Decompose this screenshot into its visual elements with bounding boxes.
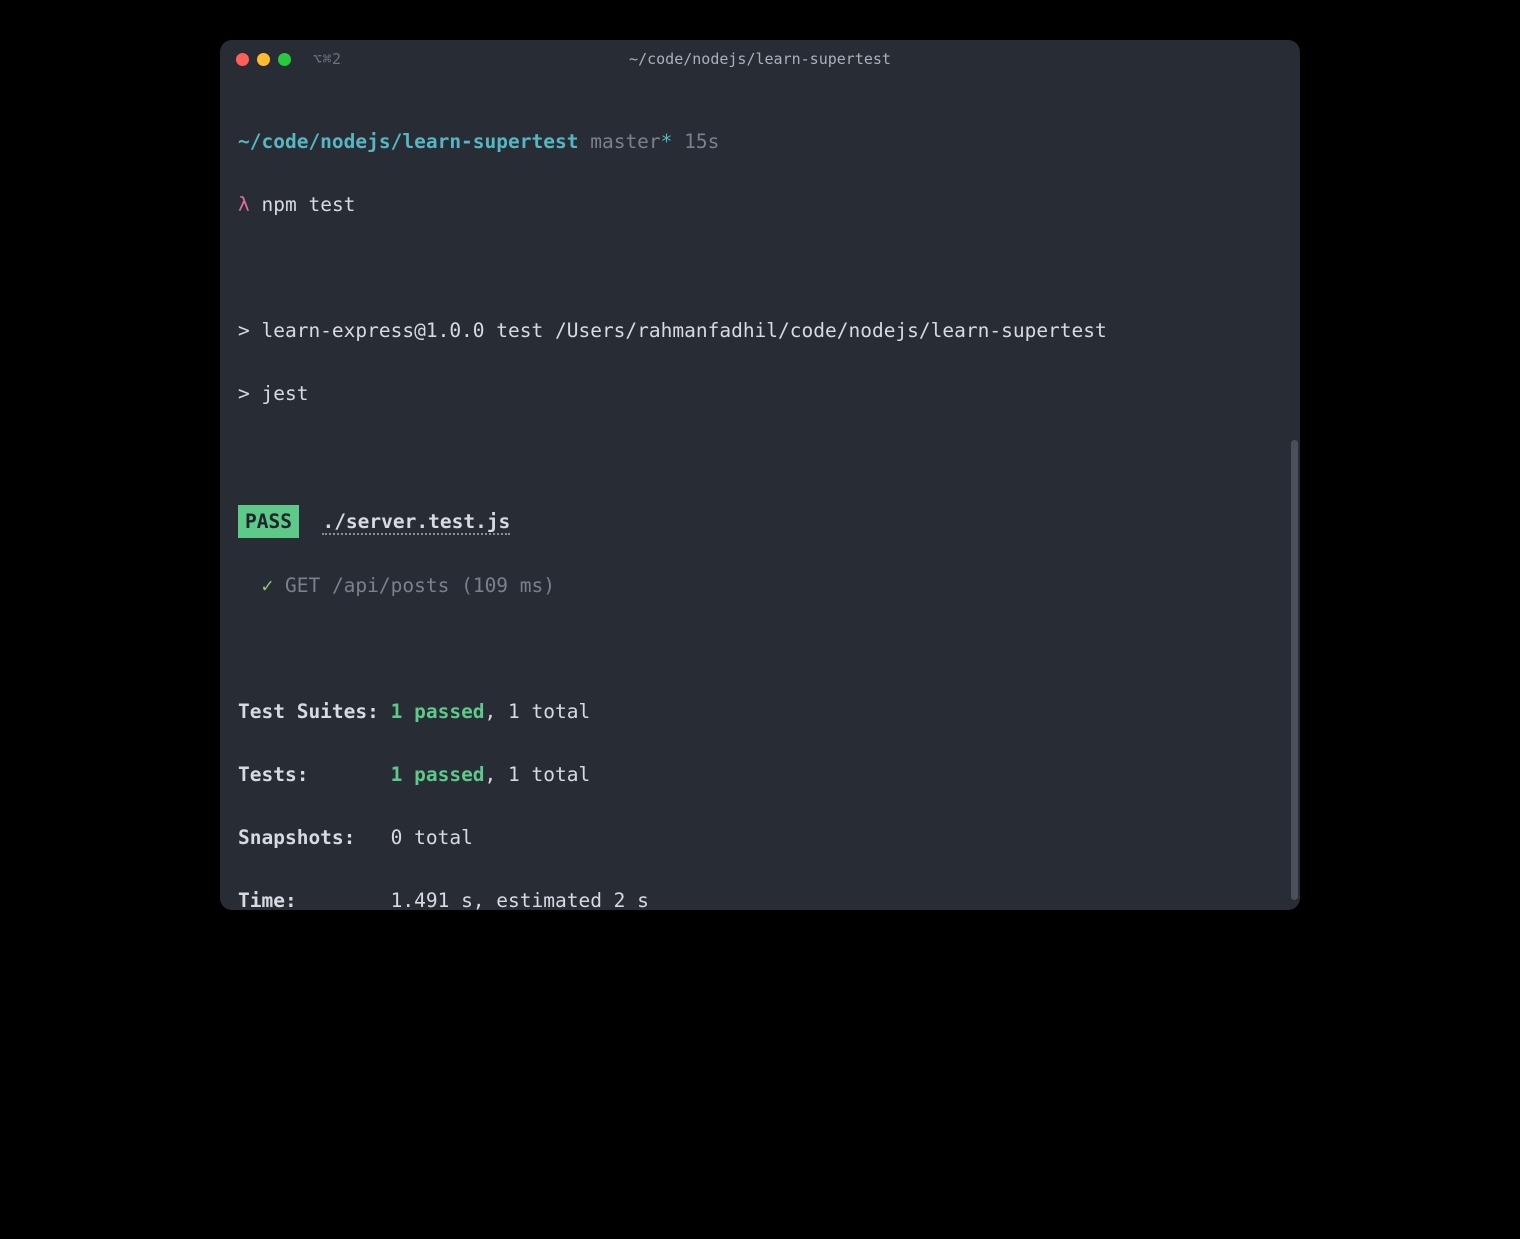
summary-passed: 1 passed bbox=[391, 763, 485, 786]
maximize-icon[interactable] bbox=[278, 53, 291, 66]
prompt-line: ~/code/nodejs/learn-supertest master* 15… bbox=[238, 126, 1282, 158]
pass-badge: PASS bbox=[238, 505, 299, 539]
blank-line bbox=[238, 633, 1282, 665]
command-text: npm test bbox=[262, 193, 356, 216]
test-case-line: ✓ GET /api/posts (109 ms) bbox=[238, 570, 1282, 602]
summary-label: Tests: bbox=[238, 763, 391, 786]
summary-snapshots: Snapshots: 0 total bbox=[238, 822, 1282, 854]
summary-suites: Test Suites: 1 passed, 1 total bbox=[238, 696, 1282, 728]
summary-label: Test Suites: bbox=[238, 700, 391, 723]
check-icon: ✓ bbox=[261, 574, 273, 597]
summary-tests: Tests: 1 passed, 1 total bbox=[238, 759, 1282, 791]
summary-label: Time: bbox=[238, 889, 391, 910]
test-file: ./server.test.js bbox=[322, 510, 510, 535]
terminal-window: ⌥⌘2 ~/code/nodejs/learn-supertest ~/code… bbox=[220, 40, 1300, 910]
summary-passed: 1 passed bbox=[391, 700, 485, 723]
npm-output-line: > learn-express@1.0.0 test /Users/rahman… bbox=[238, 315, 1282, 347]
jest-pass-line: PASS ./server.test.js bbox=[238, 505, 1282, 539]
traffic-lights bbox=[236, 53, 291, 66]
tab-shortcut-hint: ⌥⌘2 bbox=[313, 50, 342, 68]
summary-time: Time: 1.491 s, estimated 2 s bbox=[238, 885, 1282, 910]
npm-output-line: > jest bbox=[238, 378, 1282, 410]
test-name: GET /api/posts (109 ms) bbox=[285, 574, 555, 597]
summary-value: 0 total bbox=[391, 826, 473, 849]
summary-value: 1.491 s, estimated 2 s bbox=[391, 889, 649, 910]
blank-line bbox=[238, 252, 1282, 284]
window-title: ~/code/nodejs/learn-supertest bbox=[629, 50, 891, 68]
command-line: λ npm test bbox=[238, 189, 1282, 221]
blank-line bbox=[238, 441, 1282, 473]
prompt-path: ~/code/nodejs/learn-supertest bbox=[238, 130, 578, 153]
terminal-body[interactable]: ~/code/nodejs/learn-supertest master* 15… bbox=[220, 78, 1300, 910]
scrollbar[interactable] bbox=[1291, 440, 1298, 900]
summary-label: Snapshots: bbox=[238, 826, 391, 849]
summary-total: , 1 total bbox=[485, 700, 591, 723]
close-icon[interactable] bbox=[236, 53, 249, 66]
titlebar: ⌥⌘2 ~/code/nodejs/learn-supertest bbox=[220, 40, 1300, 78]
prompt-duration: 15s bbox=[684, 130, 719, 153]
prompt-branch: master bbox=[590, 130, 660, 153]
summary-total: , 1 total bbox=[485, 763, 591, 786]
minimize-icon[interactable] bbox=[257, 53, 270, 66]
prompt-symbol: λ bbox=[238, 193, 250, 216]
prompt-dirty: * bbox=[661, 130, 673, 153]
